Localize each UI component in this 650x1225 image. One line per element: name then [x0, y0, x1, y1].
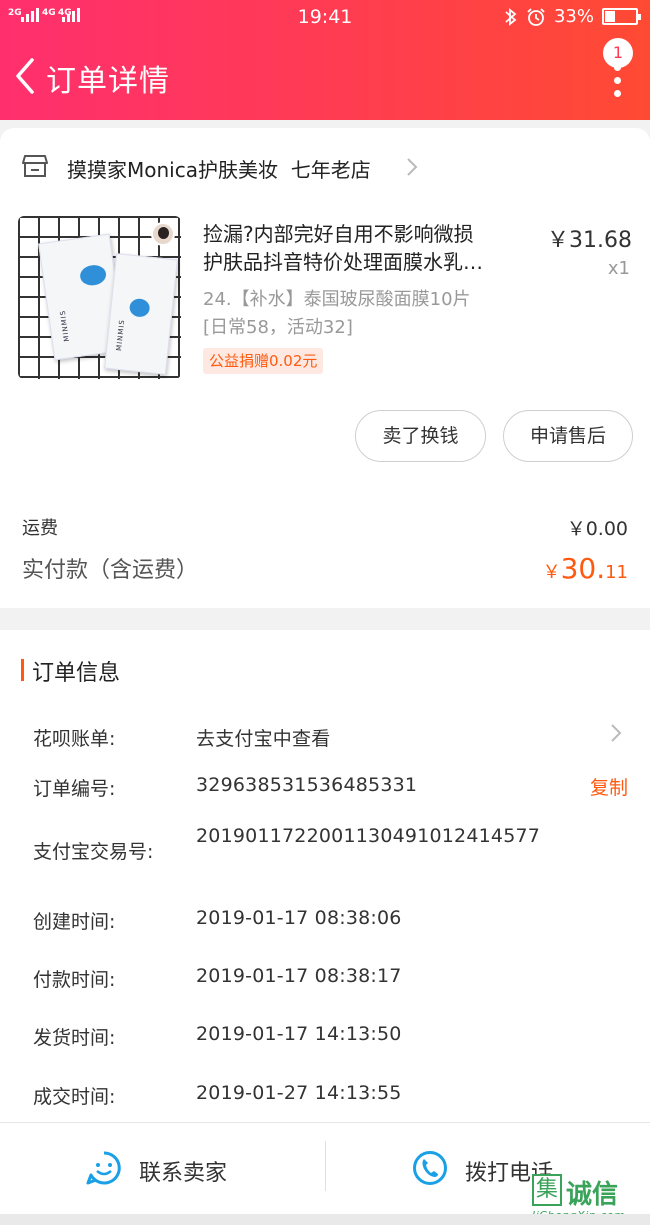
chevron-right-icon — [407, 158, 418, 176]
shop-name-text: 摸摸家Monica护肤美妆 — [67, 158, 278, 182]
item-price: ￥31.68 — [547, 228, 632, 253]
contact-seller-button[interactable]: 联系卖家 — [0, 1123, 325, 1215]
charity-badge: 公益捐赠0.02元 — [203, 348, 324, 374]
item-title[interactable]: 捡漏?内部完好自用不影响微损 护肤品抖音特价处理面膜水乳… — [203, 220, 533, 276]
row-value-paid: 2019-01-17 08:38:17 — [196, 965, 402, 987]
item-title-line1: 捡漏?内部完好自用不影响微损 — [203, 222, 474, 246]
row-label-paid: 付款时间: — [33, 969, 116, 991]
product-pack-2: MINMIS — [104, 253, 178, 375]
nav-bar: 订单详情 1 — [0, 38, 650, 116]
copy-button[interactable]: 复制 — [590, 773, 628, 800]
contact-seller-label: 联系卖家 — [139, 1161, 228, 1186]
row-value-created: 2019-01-17 08:38:06 — [196, 907, 402, 929]
phone-icon — [413, 1151, 447, 1185]
product-brand-text-2: MINMIS — [115, 318, 127, 352]
battery-percent: 33% — [553, 6, 594, 27]
battery-icon — [602, 8, 641, 25]
notification-badge[interactable]: 1 — [603, 38, 633, 68]
page-title: 订单详情 — [46, 64, 170, 99]
product-image[interactable]: MINMIS MINMIS — [18, 216, 181, 379]
item-sku-line1: 24.【补水】泰国玻尿酸面膜10片 — [203, 289, 471, 310]
shop-name: 摸摸家Monica护肤美妆 七年老店 — [67, 154, 371, 183]
row-value-closed: 2019-01-27 14:13:55 — [196, 1082, 402, 1104]
row-value-order-no: 329638531536485331 — [196, 774, 418, 796]
alarm-icon — [527, 7, 545, 26]
more-menu-icon[interactable] — [612, 64, 622, 104]
order-item-card: 摸摸家Monica护肤美妆 七年老店 MINMIS MINMIS 捡漏?内部完好… — [0, 128, 650, 608]
paid-label: 实付款（含运费） — [22, 558, 199, 583]
shipping-label: 运费 — [22, 518, 58, 539]
row-label-alipay-no: 支付宝交易号: — [33, 841, 154, 863]
row-value-shipped: 2019-01-17 14:13:50 — [196, 1023, 402, 1045]
paid-currency: ￥ — [542, 562, 561, 583]
section-title: 订单信息 — [32, 661, 121, 686]
item-quantity: x1 — [607, 258, 630, 279]
status-right: 33% — [504, 6, 641, 27]
status-bar: 2G 4G 4G 19:41 33% — [0, 0, 650, 36]
paid-amount: ￥30.11 — [543, 552, 628, 585]
paid-integer: 30. — [560, 552, 606, 585]
sell-button[interactable]: 卖了换钱 — [355, 410, 486, 462]
row-label-order-no: 订单编号: — [33, 778, 116, 800]
store-icon — [22, 155, 48, 177]
shipping-value: ￥0.00 — [566, 518, 628, 540]
back-arrow-icon[interactable] — [10, 54, 40, 98]
watermark-text: 诚信 — [566, 1180, 619, 1210]
row-label-created: 创建时间: — [33, 911, 116, 933]
product-brand-text: MINMIS — [58, 309, 72, 343]
row-label-huabei: 花呗账单: — [33, 728, 116, 750]
header: 2G 4G 4G 19:41 33% 订单详情 1 — [0, 0, 650, 120]
bluetooth-icon — [505, 7, 517, 26]
order-info-card: 订单信息 花呗账单: 去支付宝中查看 订单编号: 329638531536485… — [0, 630, 650, 1130]
item-title-line2: 护肤品抖音特价处理面膜水乳… — [203, 250, 483, 274]
row-value-huabei[interactable]: 去支付宝中查看 — [196, 724, 330, 751]
shop-tag: 七年老店 — [290, 158, 371, 182]
section-accent-bar — [21, 659, 24, 681]
avatar — [151, 222, 175, 246]
bottom-strip — [0, 1214, 650, 1225]
shop-row[interactable]: 摸摸家Monica护肤美妆 七年老店 — [0, 146, 650, 190]
paid-decimal: 11 — [605, 562, 628, 583]
after-sale-button[interactable]: 申请售后 — [503, 410, 633, 462]
row-value-alipay-no: 2019011722001130491012414577 — [196, 825, 541, 847]
row-label-shipped: 发货时间: — [33, 1027, 116, 1049]
row-label-closed: 成交时间: — [33, 1086, 116, 1108]
item-sku-line2: [日常58，活动32] — [203, 317, 353, 338]
chat-smile-icon — [86, 1151, 121, 1185]
chevron-right-icon[interactable] — [609, 722, 623, 744]
item-sku: 24.【补水】泰国玻尿酸面膜10片 [日常58，活动32] — [203, 286, 543, 342]
watermark-box: 集 — [532, 1174, 562, 1206]
